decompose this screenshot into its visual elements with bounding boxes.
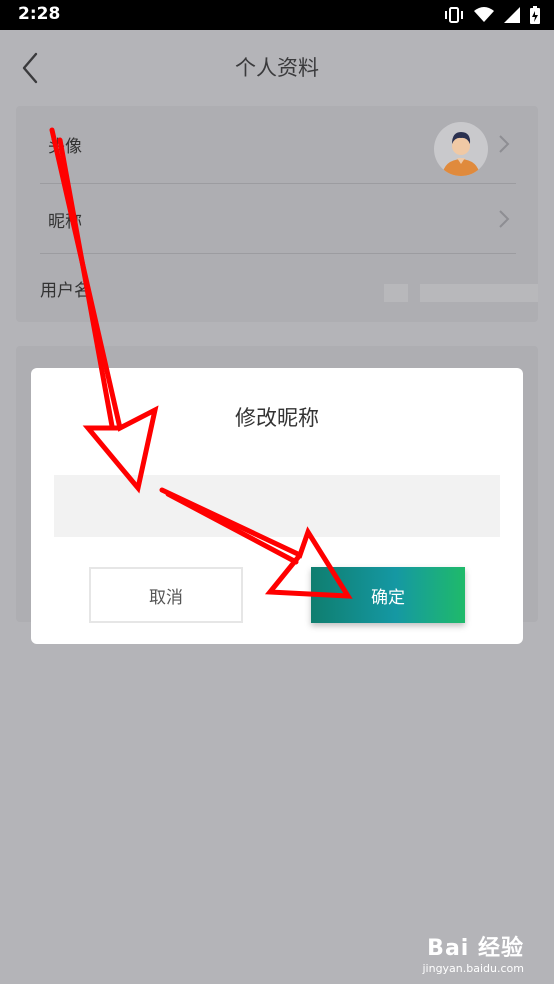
nickname-row[interactable]: 昵称 [40,185,514,253]
wifi-icon [474,7,494,23]
dialog-title: 修改昵称 [235,406,319,430]
chevron-right-icon [498,209,510,229]
profile-card: 头像 昵称 用户名 [16,106,538,322]
avatar[interactable] [434,122,488,176]
edit-nickname-dialog: 修改昵称 取消 确定 [31,368,523,644]
baidu-watermark: Bai 经验 jingyan.baidu.com [422,930,524,975]
status-icons [444,6,540,24]
avatar-row[interactable]: 头像 [40,110,514,178]
nickname-input[interactable] [54,475,500,537]
confirm-button[interactable]: 确定 [311,567,465,623]
username-label: 用户名 [40,281,91,301]
signal-icon [504,7,520,23]
nickname-label: 昵称 [48,212,82,232]
app-bar: 个人资料 [0,30,554,106]
watermark-url: jingyan.baidu.com [422,962,524,975]
username-row: 用户名 [32,254,538,322]
battery-icon [530,6,540,24]
row-divider [40,183,516,184]
chevron-right-icon [498,134,510,154]
vibrate-icon [444,6,464,24]
masked-username-part [384,284,408,302]
avatar-label: 头像 [48,137,82,157]
status-bar: 2:28 [0,0,554,30]
masked-username-value [420,284,538,302]
status-time: 2:28 [18,4,61,24]
watermark-logo: Bai 经验 [427,936,524,961]
cancel-button[interactable]: 取消 [89,567,243,623]
page-title: 个人资料 [235,56,319,80]
